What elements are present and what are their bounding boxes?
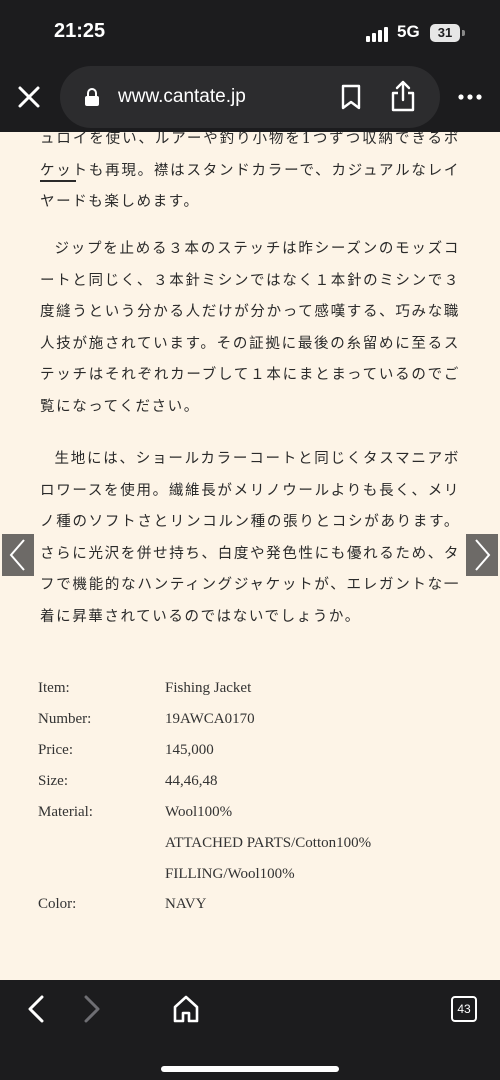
spec-value: ATTACHED PARTS/Cotton100% [165, 835, 372, 851]
bookmark-icon[interactable] [340, 84, 362, 110]
spec-label: Size: [38, 773, 68, 789]
spec-label: Item: [38, 680, 70, 696]
article-paragraph: ュロイを使い、ルアーや釣り小物を1つずつ収納できるポケットも再現。襟はスタンドカ… [40, 132, 460, 210]
spec-label: Price: [38, 742, 73, 758]
url-text[interactable]: www.cantate.jp [118, 86, 246, 108]
spec-value: Fishing Jacket [165, 680, 252, 696]
text-underline [40, 180, 76, 182]
network-label: 5G [397, 22, 420, 41]
forward-icon[interactable] [80, 994, 104, 1024]
article-paragraph: ジップを止める３本のステッチは昨シーズンのモッズコートと同じく、３本針ミシンでは… [40, 241, 460, 415]
spec-value: FILLING/Wool100% [165, 866, 295, 882]
back-icon[interactable] [24, 994, 48, 1024]
signal-icon [366, 26, 390, 42]
spec-label: Number: [38, 711, 92, 727]
next-arrow-button[interactable] [466, 534, 498, 576]
close-icon[interactable] [12, 80, 46, 114]
battery-icon: 31 [430, 24, 460, 42]
previous-arrow-button[interactable] [2, 534, 34, 576]
spec-value: 19AWCA0170 [165, 711, 255, 727]
home-icon[interactable] [172, 994, 200, 1024]
home-indicator [161, 1066, 339, 1072]
status-bar: 21:25 5G 31 [0, 0, 500, 62]
spec-value: 145,000 [165, 742, 214, 758]
spec-value: NAVY [165, 896, 207, 912]
share-icon[interactable] [390, 80, 416, 112]
lock-icon [84, 88, 100, 106]
more-icon[interactable] [456, 86, 484, 108]
address-bar[interactable]: www.cantate.jp [60, 66, 440, 128]
page-content: ュロイを使い、ルアーや釣り小物を1つずつ収納できるポケットも再現。襟はスタンドカ… [0, 132, 500, 980]
article-paragraph: 生地には、ショールカラーコートと同じくタスマニアボロワースを使用。繊維長がメリノ… [40, 451, 460, 625]
browser-address-row: www.cantate.jp [0, 62, 500, 132]
battery-tip [462, 30, 465, 36]
chevron-left-icon [9, 539, 25, 571]
chevron-right-icon [475, 539, 491, 571]
spec-label: Material: [38, 804, 93, 820]
browser-toolbar: 43 [0, 980, 500, 1080]
spec-value: 44,46,48 [165, 773, 218, 789]
tabs-icon[interactable]: 43 [451, 996, 477, 1022]
spec-label: Color: [38, 896, 77, 912]
spec-value: Wool100% [165, 804, 233, 820]
status-time: 21:25 [54, 20, 106, 42]
